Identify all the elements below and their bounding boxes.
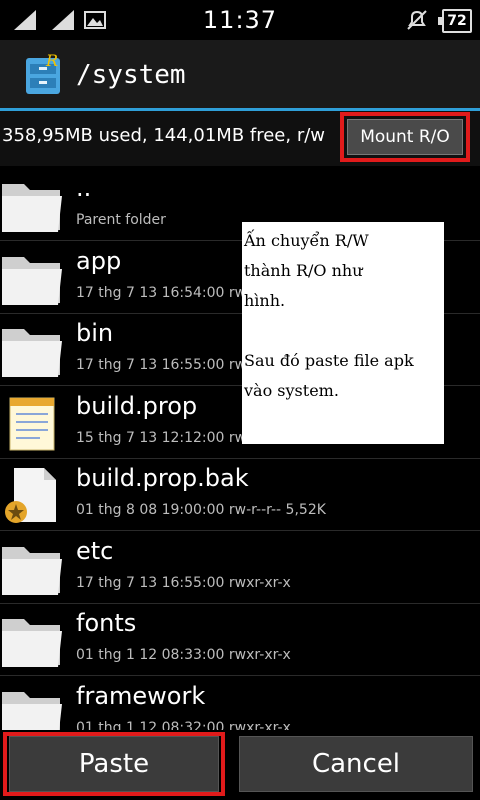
file-name: ..	[76, 174, 92, 202]
storage-info: 358,95MB used, 144,01MB free, r/w	[2, 125, 326, 146]
note-line: Sau đó paste file apk	[244, 351, 414, 370]
paste-button-highlight	[3, 732, 225, 796]
file-name: framework	[76, 682, 206, 710]
root-explorer-logo-icon: R	[26, 52, 60, 94]
file-meta: 01 thg 1 12 08:33:00 rwxr-xr-x	[76, 647, 291, 663]
text-file-icon	[9, 397, 55, 451]
folder-icon	[2, 257, 62, 305]
title-bar: R /system	[0, 40, 480, 111]
note-spacer	[244, 316, 442, 346]
note-line: Ấn chuyển R/W	[244, 231, 369, 250]
file-name: etc	[76, 537, 114, 565]
list-item-etc[interactable]: etc 17 thg 7 13 16:55:00 rwxr-xr-x	[0, 531, 480, 604]
file-meta: 17 thg 7 13 16:55:00 rwxr-xr-x	[76, 575, 291, 591]
mount-toggle-button[interactable]: Mount R/O	[347, 119, 463, 155]
list-item-fonts[interactable]: fonts 01 thg 1 12 08:33:00 rwxr-xr-x	[0, 603, 480, 676]
notifications-muted-icon	[407, 10, 427, 30]
note-line: vào system.	[244, 381, 339, 400]
file-name: fonts	[76, 609, 137, 637]
file-name: app	[76, 247, 122, 275]
list-item-build-prop-bak[interactable]: build.prop.bak 01 thg 8 08 19:00:00 rw-r…	[0, 458, 480, 531]
file-meta: Parent folder	[76, 212, 166, 228]
file-name: build.prop.bak	[76, 464, 249, 492]
folder-icon	[2, 329, 62, 377]
file-name: bin	[76, 319, 114, 347]
status-bar: 11:37 72	[0, 0, 480, 40]
file-meta: 01 thg 8 08 19:00:00 rw-r--r-- 5,52K	[76, 502, 326, 518]
file-name: build.prop	[76, 392, 198, 420]
note-line: hình.	[244, 291, 286, 310]
battery-indicator: 72	[438, 9, 472, 33]
file-badge-icon	[5, 468, 56, 523]
folder-icon	[2, 547, 62, 595]
folder-icon	[2, 619, 62, 667]
folder-icon	[2, 184, 62, 232]
cancel-button[interactable]: Cancel	[239, 736, 473, 792]
svg-text:R: R	[45, 52, 58, 70]
page-title: /system	[76, 60, 186, 90]
note-line: thành R/O như	[244, 261, 363, 280]
instruction-note: Ấn chuyển R/W thành R/O như hình. Sau đó…	[242, 222, 444, 444]
